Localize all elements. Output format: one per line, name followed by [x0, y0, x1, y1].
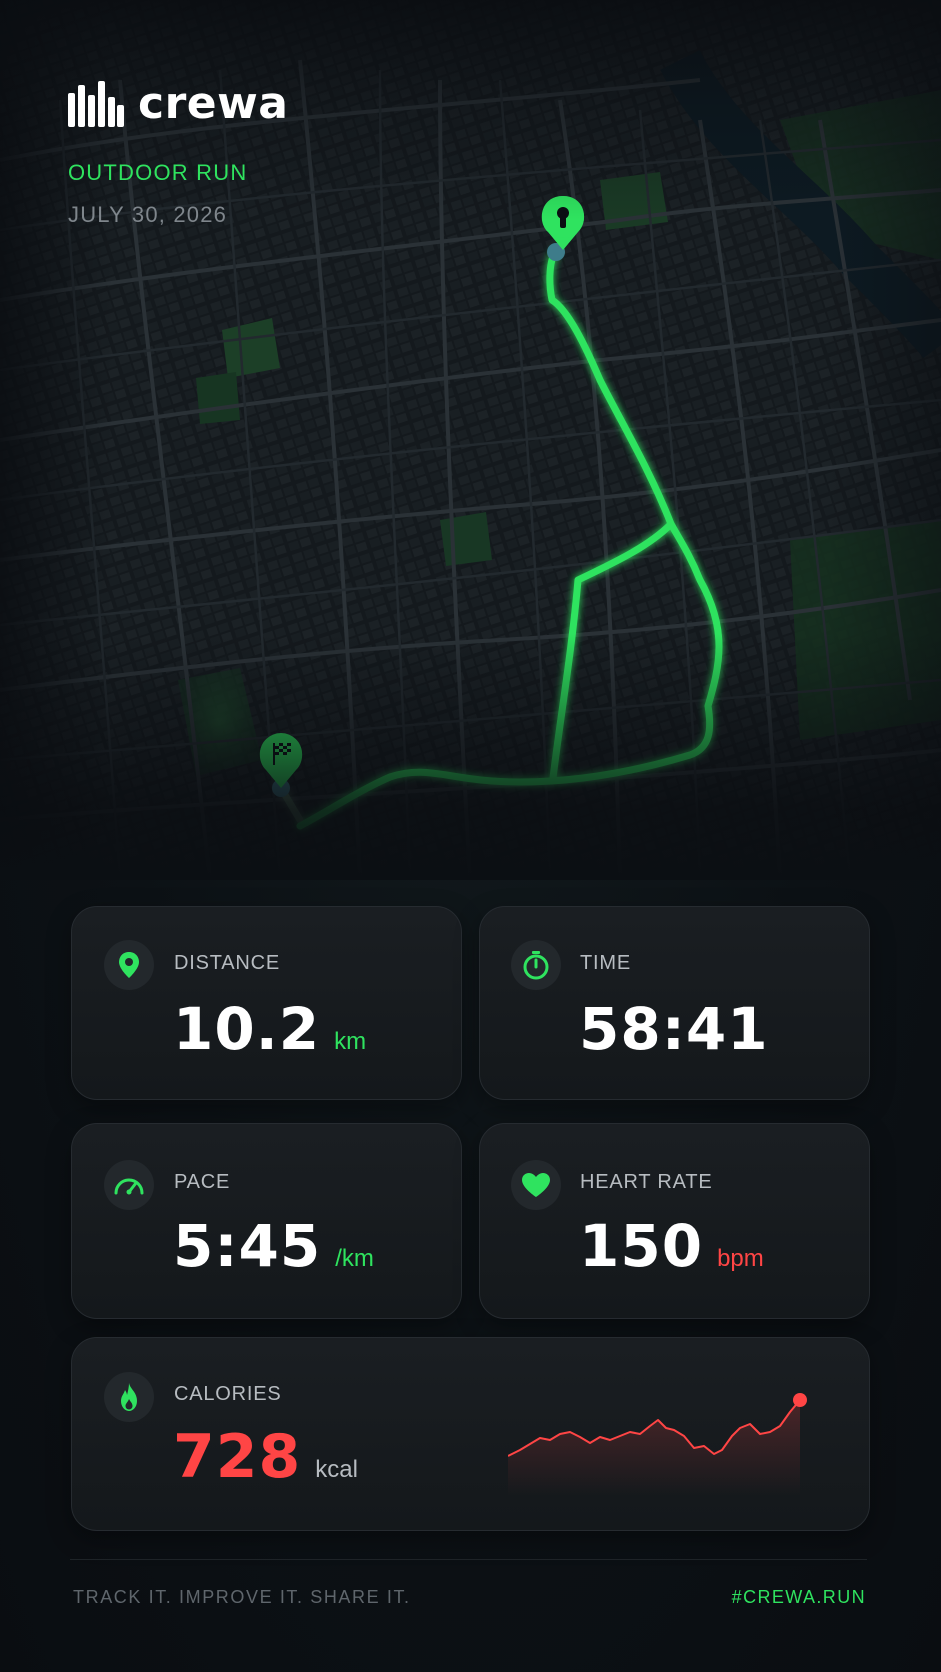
heart-icon: [511, 1160, 561, 1210]
distance-unit: km: [334, 1028, 367, 1055]
calories-label: CALORIES: [174, 1383, 282, 1405]
activity-type: OUTDOOR RUN: [68, 160, 248, 185]
pace-value-row: 5:45 /km: [173, 1212, 374, 1280]
location-pin-icon: [104, 940, 154, 990]
heart-rate-label: HEART RATE: [580, 1171, 713, 1193]
sparkline-end-dot: [793, 1393, 807, 1407]
finish-marker[interactable]: [259, 733, 303, 797]
distance-value: 10.2: [173, 995, 321, 1063]
time-value: 58:41: [579, 995, 769, 1063]
calories-sparkline: [508, 1393, 807, 1496]
calories-card[interactable]: CALORIES 728 kcal: [71, 1337, 870, 1531]
heart-rate-unit: bpm: [717, 1245, 764, 1272]
speedometer-icon: [104, 1160, 154, 1210]
brand-name: crewa: [138, 78, 289, 129]
route-path: [259, 196, 723, 830]
flame-icon: [104, 1372, 154, 1422]
time-card[interactable]: TIME 58:41: [479, 906, 870, 1100]
pace-unit: /km: [335, 1245, 374, 1272]
pace-value: 5:45: [173, 1212, 322, 1280]
time-value-row: 58:41: [579, 995, 769, 1063]
stopwatch-icon: [511, 940, 561, 990]
footer-tagline: TRACK IT. IMPROVE IT. SHARE IT.: [73, 1587, 411, 1607]
activity-date: JULY 30, 2026: [68, 202, 228, 227]
start-marker[interactable]: [541, 196, 585, 261]
distance-label: DISTANCE: [174, 952, 281, 974]
time-label: TIME: [580, 952, 631, 974]
route-map: [0, 0, 941, 880]
distance-value-row: 10.2 km: [173, 995, 366, 1063]
crewa-logo-icon: [68, 80, 124, 127]
pace-card[interactable]: PACE 5:45 /km: [71, 1123, 462, 1319]
calories-value: 728: [173, 1422, 302, 1492]
distance-card[interactable]: DISTANCE 10.2 km: [71, 906, 462, 1100]
pace-label: PACE: [174, 1171, 231, 1193]
calories-unit: kcal: [315, 1456, 358, 1483]
brand-logo[interactable]: crewa: [68, 78, 288, 129]
footer-hashtag[interactable]: #CREWA.RUN: [732, 1587, 866, 1608]
calories-value-row: 728 kcal: [173, 1422, 358, 1492]
heart-rate-value-row: 150 bpm: [579, 1212, 764, 1280]
footer-divider: [70, 1559, 867, 1560]
heart-rate-card[interactable]: HEART RATE 150 bpm: [479, 1123, 870, 1319]
heart-rate-value: 150: [579, 1212, 704, 1280]
activity-share-card: crewa OUTDOOR RUN JULY 30, 2026 DISTANCE…: [0, 0, 941, 1672]
